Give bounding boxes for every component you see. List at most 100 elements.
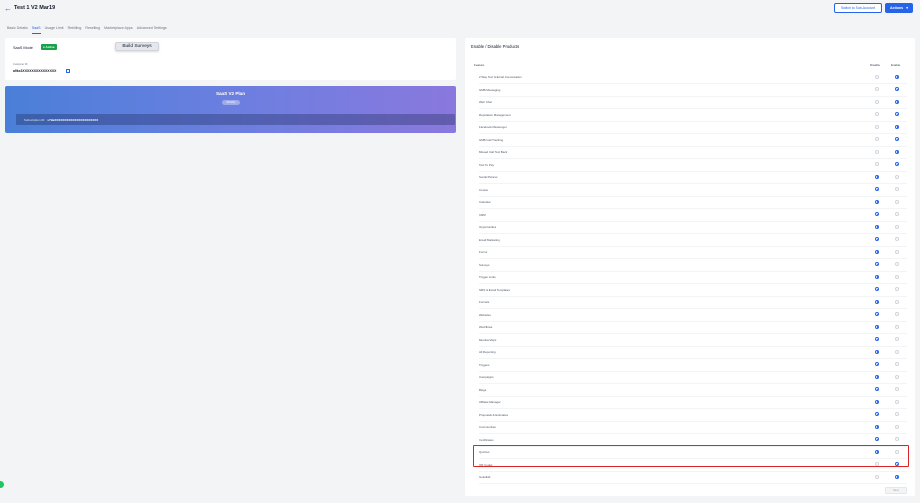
enable-radio[interactable] (895, 124, 899, 129)
disable-radio[interactable] (875, 362, 879, 366)
enable-radio[interactable] (895, 349, 899, 354)
feature-label: Trigger Links (479, 275, 496, 279)
tab-basic-details[interactable]: Basic Details (7, 26, 28, 34)
tab-marketplace-apps[interactable]: Marketplace Apps (104, 26, 133, 34)
disable-radio[interactable] (875, 312, 879, 316)
tab-saas[interactable]: SaaS (31, 26, 41, 34)
enable-radio[interactable] (895, 137, 899, 141)
feature-label: Triggers (479, 362, 490, 367)
disable-radio[interactable] (875, 149, 879, 154)
disable-radio[interactable] (875, 337, 879, 341)
disable-radio[interactable] (875, 249, 879, 254)
table-row: GMB Call Tracking (465, 134, 915, 146)
enable-radio[interactable] (895, 412, 899, 416)
disable-radio[interactable] (875, 74, 879, 79)
tab-reselling[interactable]: Reselling (85, 26, 100, 34)
feature-label: Reputation Management (479, 112, 511, 117)
disable-radio[interactable] (875, 124, 879, 129)
disable-radio[interactable] (875, 162, 879, 166)
table-row: Gokollab (465, 471, 915, 484)
disable-radio[interactable] (875, 237, 879, 241)
enable-radio[interactable] (895, 362, 899, 366)
disable-radio[interactable] (875, 212, 879, 216)
tab-rebilling[interactable]: Rebilling (68, 26, 82, 34)
feature-column-header: Feature (474, 63, 485, 67)
disable-radio[interactable] (875, 412, 879, 416)
page-title: Test 1 V2 Mar19 (14, 5, 56, 11)
disable-radio[interactable] (875, 262, 879, 266)
enable-radio[interactable] (895, 237, 899, 241)
feature-label: All Reporting (479, 350, 496, 354)
disable-radio[interactable] (875, 187, 879, 191)
enable-radio[interactable] (895, 387, 899, 391)
enable-radio[interactable] (895, 162, 899, 166)
enable-radio[interactable] (895, 274, 899, 279)
disable-radio[interactable] (875, 424, 879, 429)
enable-radio[interactable] (895, 337, 899, 341)
feature-label: Web Chat (479, 100, 492, 104)
enable-radio[interactable] (895, 399, 899, 404)
enable-radio[interactable] (895, 437, 899, 441)
enable-radio[interactable] (895, 87, 899, 91)
enable-radio[interactable] (895, 424, 899, 429)
table-row: Memberships (465, 334, 915, 346)
table-row: Social Planner (465, 171, 915, 184)
disable-radio[interactable] (875, 112, 879, 116)
disable-radio[interactable] (875, 274, 879, 279)
enable-radio[interactable] (895, 174, 899, 179)
disable-radio[interactable] (875, 174, 879, 179)
disable-radio[interactable] (875, 387, 879, 391)
subscription-id-value: sY9aXXXXXXXXXXXXXXXXXXXXXX (47, 117, 99, 122)
enable-radio[interactable] (895, 112, 899, 116)
disable-radio[interactable] (875, 287, 879, 291)
enable-radio[interactable] (895, 224, 899, 229)
switch-to-sub-account-button[interactable]: Switch to Sub-Account (834, 3, 882, 13)
feature-label: 2 Way Text & Email Conversation (479, 75, 522, 79)
disable-radio[interactable] (875, 224, 879, 229)
feature-label: Facebook Messenger (479, 125, 507, 129)
enable-radio[interactable] (895, 149, 899, 154)
enable-radio[interactable] (895, 312, 899, 316)
enable-radio[interactable] (895, 324, 899, 329)
chat-widget-icon[interactable] (0, 481, 4, 488)
disable-radio[interactable] (875, 399, 879, 404)
feature-label: Memberships (479, 337, 497, 342)
enable-radio[interactable] (895, 249, 899, 254)
enable-radio[interactable] (895, 99, 899, 104)
save-button[interactable]: Save (885, 487, 907, 494)
enable-radio[interactable] (895, 449, 899, 454)
disable-radio[interactable] (875, 349, 879, 354)
plan-name: SaaS V2 Plan (215, 91, 246, 96)
feature-label: SMS & Email Templates (479, 287, 510, 292)
feature-label: Websites (479, 312, 491, 317)
actions-button[interactable]: Actions ▾ (885, 3, 913, 13)
disable-radio[interactable] (875, 449, 879, 454)
enable-radio[interactable] (895, 74, 899, 79)
enable-radio[interactable] (895, 299, 899, 304)
subscription-id-label: Subscription ID: (24, 117, 46, 122)
enable-radio[interactable] (895, 374, 899, 379)
copy-icon[interactable] (66, 69, 70, 73)
disable-radio[interactable] (875, 462, 879, 466)
disable-radio[interactable] (875, 99, 879, 104)
disable-radio[interactable] (875, 374, 879, 379)
enable-radio[interactable] (895, 462, 899, 466)
enable-radio[interactable] (895, 199, 899, 204)
enable-radio[interactable] (895, 287, 899, 291)
feature-label: Blogs (479, 387, 487, 392)
table-row: Web Chat (465, 96, 915, 109)
disable-radio[interactable] (875, 474, 879, 479)
disable-radio[interactable] (875, 437, 879, 441)
disable-radio[interactable] (875, 137, 879, 141)
disable-radio[interactable] (875, 199, 879, 204)
enable-radio[interactable] (895, 212, 899, 216)
tab-advanced-settings[interactable]: Advanced Settings (137, 26, 167, 34)
tab-usage-limit[interactable]: Usage Limit (45, 26, 64, 34)
disable-radio[interactable] (875, 299, 879, 304)
enable-radio[interactable] (895, 187, 899, 191)
enable-radio[interactable] (895, 474, 899, 479)
enable-radio[interactable] (895, 262, 899, 266)
disable-radio[interactable] (875, 87, 879, 91)
back-arrow-icon[interactable]: ← (4, 5, 12, 13)
disable-radio[interactable] (875, 324, 879, 329)
